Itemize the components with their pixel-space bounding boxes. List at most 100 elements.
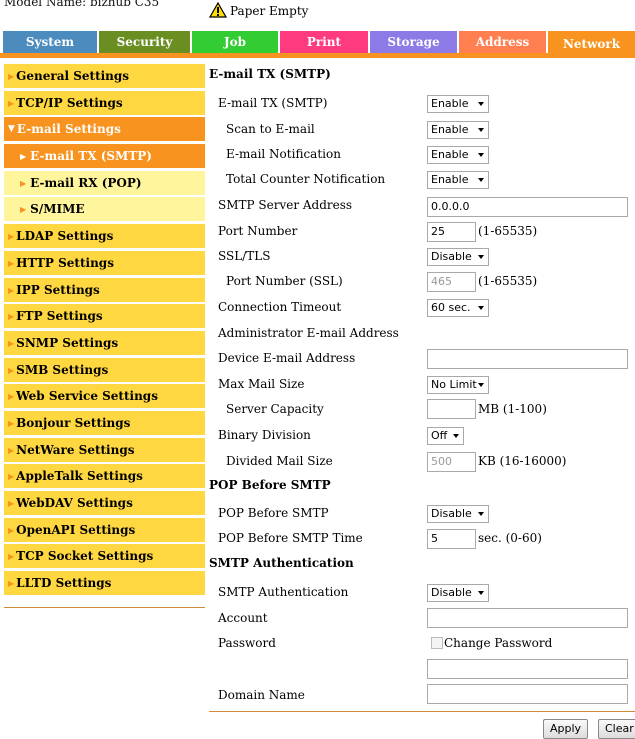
pop-before-smtp-value: Disable [431, 507, 472, 520]
pop-time-input[interactable]: 5 [427, 529, 476, 549]
chevron-down-icon [478, 102, 484, 106]
sidebar-item-ipp[interactable]: ▶ IPP Settings [4, 277, 205, 302]
scan-to-email-label: Scan to E-mail [226, 122, 315, 136]
email-notification-select[interactable]: Enable [427, 146, 489, 164]
arrow-right-icon: ▶ [8, 391, 15, 402]
max-mail-size-value: No Limit [431, 378, 477, 391]
sidebar-item-snmp[interactable]: ▶ SNMP Settings [4, 330, 205, 355]
sidebar-item-webdav[interactable]: ▶ WebDAV Settings [4, 491, 205, 515]
tab-job[interactable]: Job [192, 31, 278, 53]
sidebar-item-label: SMB Settings [16, 362, 109, 377]
sidebar-item-label: E-mail TX (SMTP) [30, 149, 152, 164]
arrow-right-icon: ▶ [8, 71, 15, 81]
sidebar-item-http[interactable]: ▶ HTTP Settings [4, 250, 205, 275]
conn-timeout-value: 60 sec. [431, 301, 471, 314]
tab-storage[interactable]: Storage [370, 31, 457, 53]
email-notification-label: E-mail Notification [226, 147, 341, 161]
conn-timeout-select[interactable]: 60 sec. [427, 299, 489, 317]
sidebar-item-tcp-socket[interactable]: ▶ TCP Socket Settings [4, 544, 205, 569]
arrow-right-icon: ▶ [20, 177, 27, 188]
main-tabs: System Security Job Print Storage Addres… [3, 31, 635, 57]
arrow-right-icon: ▶ [8, 524, 15, 535]
pop-before-smtp-select[interactable]: Disable [427, 505, 489, 523]
sidebar-item-email-rx[interactable]: ▶ E-mail RX (POP) [4, 170, 205, 195]
account-label: Account [218, 611, 268, 625]
sidebar-item-netware[interactable]: ▶ NetWare Settings [4, 437, 205, 462]
model-name: Model Name: bizhub C35 [4, 0, 160, 9]
password-input[interactable] [427, 659, 628, 679]
sidebar-item-label: Web Service Settings [16, 389, 158, 404]
sidebar-item-ldap[interactable]: ▶ LDAP Settings [4, 224, 205, 249]
sidebar-item-tcpip[interactable]: ▶ TCP/IP Settings [4, 90, 205, 115]
smtp-auth-value: Disable [431, 586, 472, 599]
port-number-input[interactable]: 25 [427, 222, 476, 242]
sidebar-item-web-service[interactable]: ▶ Web Service Settings [4, 384, 205, 409]
chevron-down-icon [453, 434, 459, 438]
sidebar-item-ftp[interactable]: ▶ FTP Settings [4, 304, 205, 329]
sidebar-item-email-tx[interactable]: ▶ E-mail TX (SMTP) [4, 144, 205, 169]
sidebar-divider [4, 607, 205, 608]
arrow-right-icon: ▶ [8, 284, 15, 295]
password-label: Password [218, 636, 276, 650]
sidebar-item-label: LLTD Settings [16, 576, 112, 591]
port-number-range: (1-65535) [478, 224, 538, 238]
sidebar-item-smb[interactable]: ▶ SMB Settings [4, 357, 205, 382]
tab-system[interactable]: System [3, 31, 97, 53]
chevron-down-icon [478, 512, 484, 516]
chevron-down-icon [478, 255, 484, 259]
total-counter-value: Enable [431, 173, 469, 186]
chevron-down-icon [478, 178, 484, 182]
sidebar-item-bonjour[interactable]: ▶ Bonjour Settings [4, 410, 205, 435]
sidebar-item-label: TCP Socket Settings [16, 549, 154, 564]
sidebar-item-smime[interactable]: ▶ S/MIME [4, 197, 205, 222]
scan-to-email-value: Enable [431, 123, 469, 136]
email-notification-value: Enable [431, 148, 469, 161]
warning-icon [207, 2, 229, 18]
account-input[interactable] [427, 608, 628, 628]
port-ssl-input[interactable]: 465 [427, 272, 476, 292]
section-heading-auth: SMTP Authentication [209, 556, 354, 570]
sidebar-item-label: E-mail Settings [16, 122, 121, 137]
sidebar-item-openapi[interactable]: ▶ OpenAPI Settings [4, 517, 205, 542]
ssl-tls-select[interactable]: Disable [427, 248, 489, 266]
sidebar-item-label: OpenAPI Settings [16, 522, 136, 537]
admin-email-label: Administrator E-mail Address [218, 326, 399, 340]
sidebar-item-general[interactable]: ▶ General Settings [4, 64, 205, 88]
server-capacity-input[interactable] [427, 399, 476, 419]
arrow-right-icon: ▶ [8, 337, 15, 348]
max-mail-size-label: Max Mail Size [218, 377, 305, 391]
server-capacity-label: Server Capacity [226, 402, 324, 416]
arrow-right-icon: ▶ [8, 311, 15, 322]
tab-print[interactable]: Print [280, 31, 368, 53]
sidebar-item-label: LDAP Settings [16, 229, 114, 244]
arrow-down-icon: ▼ [8, 124, 15, 135]
total-counter-select[interactable]: Enable [427, 171, 489, 189]
divided-mail-size-input[interactable]: 500 [427, 452, 476, 472]
sidebar-item-appletalk[interactable]: ▶ AppleTalk Settings [4, 464, 205, 489]
sidebar-item-label: S/MIME [30, 202, 85, 217]
change-password-checkbox[interactable] [431, 637, 443, 649]
arrow-right-icon: ▶ [8, 97, 15, 108]
binary-division-label: Binary Division [218, 428, 311, 442]
arrow-right-icon: ▶ [20, 151, 27, 162]
smtp-auth-select[interactable]: Disable [427, 584, 489, 602]
smtp-server-input[interactable]: 0.0.0.0 [427, 197, 628, 217]
chevron-down-icon [478, 153, 484, 157]
chevron-down-icon [478, 306, 484, 310]
tab-address[interactable]: Address [459, 31, 546, 53]
binary-division-select[interactable]: Off [427, 427, 464, 445]
server-capacity-unit: MB (1-100) [478, 402, 547, 416]
tab-security[interactable]: Security [99, 31, 190, 53]
email-tx-select[interactable]: Enable [427, 95, 489, 113]
scan-to-email-select[interactable]: Enable [427, 121, 489, 139]
sidebar-item-email[interactable]: ▼ E-mail Settings [4, 117, 205, 142]
domain-name-input[interactable] [427, 684, 628, 704]
sidebar-item-label: Bonjour Settings [16, 415, 131, 430]
apply-button[interactable]: Apply [543, 719, 589, 739]
max-mail-size-select[interactable]: No Limit [427, 376, 489, 394]
clear-button[interactable]: Clear [598, 719, 635, 739]
device-email-input[interactable] [427, 349, 628, 369]
status-indicator: Paper Empty [207, 2, 308, 18]
device-email-label: Device E-mail Address [218, 351, 356, 365]
sidebar-item-lltd[interactable]: ▶ LLTD Settings [4, 571, 205, 596]
